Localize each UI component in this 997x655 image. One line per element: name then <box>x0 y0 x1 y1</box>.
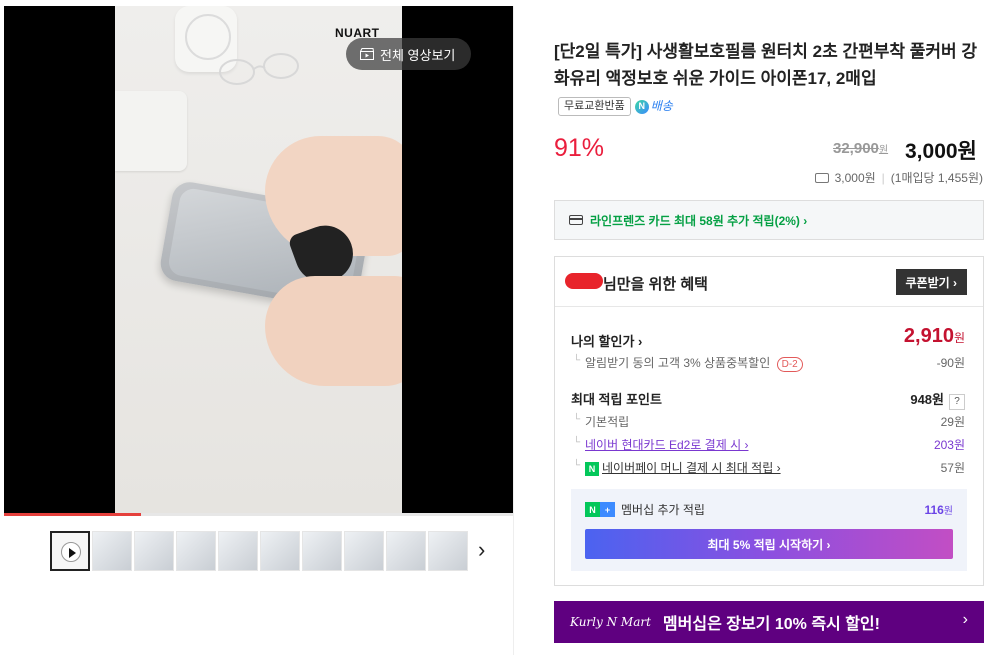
my-price-number: 2,910 <box>903 325 954 347</box>
card-point-value: 203원 <box>933 438 965 452</box>
unit-price: (1매입당 1,455원) <box>890 171 983 185</box>
naver-n-icon: N <box>634 99 649 114</box>
keyboard-image <box>115 91 187 171</box>
hand-image <box>265 276 402 386</box>
basic-point-value: 29원 <box>940 415 965 429</box>
naver-pay-link[interactable]: 네이버페이 머니 결제 시 최대 적립 › <box>602 461 781 475</box>
points-value-group: 948원? <box>910 389 965 410</box>
original-price: 32,900원 <box>833 140 888 157</box>
alarm-discount-row: 알림받기 동의 고객 3% 상품중복할인 D-2 -90원 <box>571 354 965 372</box>
thumbnail-strip <box>50 531 468 571</box>
points-label: 최대 적립 포인트 <box>571 392 662 407</box>
thumbnail-video[interactable] <box>50 531 90 571</box>
free-exchange-badge: 무료교환반품 <box>558 97 631 117</box>
kurly-mart-text: 멤버십은 장보기 10% 즉시 할인! <box>662 616 880 633</box>
thumbnail-image[interactable] <box>176 531 216 571</box>
product-title-text: [단2일 특가] 사생활보호필름 원터치 2초 간편부착 풀커버 강화유리 액정… <box>554 42 978 88</box>
glasses-image <box>219 53 299 85</box>
thumbnail-next-chevron-icon[interactable]: › <box>478 539 485 561</box>
discount-rate: 91% <box>554 134 605 162</box>
thumbnail-image[interactable] <box>260 531 300 571</box>
card-point-row: 네이버 현대카드 Ed2로 결제 시 › 203원 <box>571 436 965 453</box>
points-row: 최대 적립 포인트 948원? <box>571 389 965 410</box>
my-price-value: 2,910원 <box>904 325 965 348</box>
basic-point-row: 기본적립 29원 <box>571 413 965 430</box>
chevron-right-icon: › <box>962 611 968 628</box>
membership-number: 116 <box>924 503 944 517</box>
points-value: 948원 <box>910 392 944 407</box>
redacted-username <box>565 273 603 289</box>
basic-point-label: 기본적립 <box>585 415 630 429</box>
thumbnail-image[interactable] <box>302 531 342 571</box>
thumbnail-image[interactable] <box>218 531 258 571</box>
clapperboard-icon <box>360 48 374 60</box>
card-promo-banner[interactable]: 라인프렌즈 카드 최대 58원 추가 적립(2%) › <box>554 200 984 240</box>
my-price-unit: 원 <box>953 331 965 345</box>
card-promo-text: 라인프렌즈 카드 최대 58원 추가 적립(2%) › <box>590 213 808 228</box>
full-video-label: 전체 영상보기 <box>380 47 456 63</box>
video-progress-bar[interactable] <box>4 513 513 516</box>
thumbnail-image[interactable] <box>344 531 384 571</box>
thumbnail-image[interactable] <box>134 531 174 571</box>
membership-box: N + 멤버십 추가 적립 116원 최대 5% 적립 시작하기 › <box>571 489 967 571</box>
membership-start-button[interactable]: 최대 5% 적립 시작하기 › <box>585 529 953 559</box>
shipping-price: 3,000원 <box>834 171 876 185</box>
kurly-mart-banner[interactable]: Kurly N Mart 멤버십은 장보기 10% 즉시 할인! › <box>554 601 984 643</box>
thumbnail-image[interactable] <box>386 531 426 571</box>
membership-value: 116원 <box>924 502 953 517</box>
naver-plus-icon: N + <box>585 502 615 517</box>
naver-hyundai-card-link[interactable]: 네이버 현대카드 Ed2로 결제 시 › <box>585 438 748 452</box>
alarm-discount-value: -90원 <box>936 356 965 370</box>
help-icon[interactable]: ? <box>949 394 965 410</box>
naver-delivery-badge: N 배송 <box>634 93 673 120</box>
play-icon <box>61 542 81 562</box>
original-price-currency: 원 <box>878 145 889 156</box>
truck-icon <box>814 172 829 183</box>
video-progress-fill <box>4 513 142 516</box>
credit-card-icon <box>569 215 583 225</box>
product-video-frame[interactable] <box>115 6 402 516</box>
benefit-title: 님만을 위한 혜택 <box>603 276 708 293</box>
shipping-unit-row: 3,000원 | (1매입당 1,455원) <box>814 169 983 186</box>
membership-label: 멤버십 추가 적립 <box>621 503 705 517</box>
delivery-label: 배송 <box>650 99 673 114</box>
benefit-header: 님만을 위한 혜택 쿠폰받기 › <box>555 257 983 307</box>
separator: | <box>881 170 885 185</box>
panel-divider <box>513 6 514 655</box>
product-title: [단2일 특가] 사생활보호필름 원터치 2초 간편부착 풀커버 강화유리 액정… <box>554 38 984 120</box>
coupon-button[interactable]: 쿠폰받기 › <box>895 269 967 295</box>
npay-point-value: 57원 <box>940 461 965 475</box>
alarm-discount-label: 알림받기 동의 고객 3% 상품중복할인 <box>585 356 771 370</box>
naver-pay-icon: N <box>585 461 599 476</box>
d-day-badge: D-2 <box>776 357 803 372</box>
membership-row: N + 멤버십 추가 적립 116원 <box>585 501 953 518</box>
product-badges: 무료교환반품 N 배송 <box>558 93 673 120</box>
full-video-button[interactable]: 전체 영상보기 <box>346 38 472 70</box>
product-media-viewer[interactable]: NUART 전체 영상보기 <box>4 6 513 516</box>
kurly-mart-logo: Kurly N Mart <box>570 615 651 629</box>
sale-price: 3,000원 <box>905 140 977 163</box>
membership-unit: 원 <box>943 506 953 517</box>
original-price-value: 32,900 <box>833 140 879 157</box>
thumbnail-image[interactable] <box>92 531 132 571</box>
benefit-panel: 님만을 위한 혜택 쿠폰받기 › 나의 할인가 › 2,910원 알림받기 동의… <box>554 256 984 586</box>
thumbnail-image[interactable] <box>428 531 468 571</box>
npay-point-row: N네이버페이 머니 결제 시 최대 적립 › 57원 <box>571 459 965 476</box>
